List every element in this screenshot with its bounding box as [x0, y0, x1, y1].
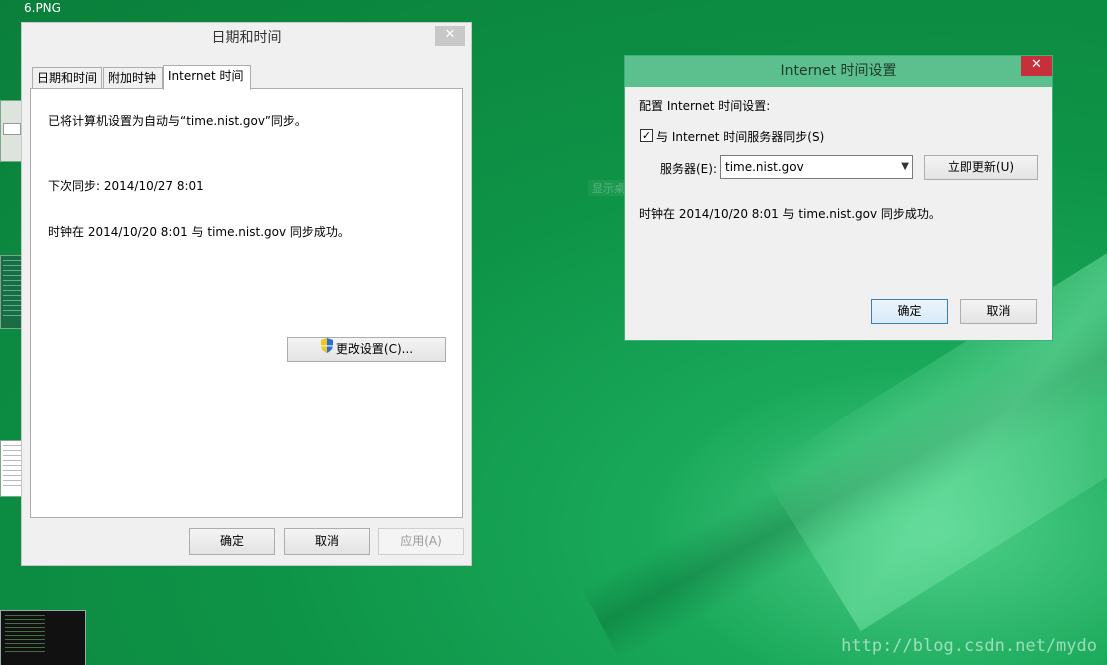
sync-status-text: 时钟在 2014/10/20 8:01 与 time.nist.gov 同步成功… [639, 207, 941, 221]
cancel-button[interactable]: 取消 [960, 299, 1037, 324]
console-text-lines [5, 615, 45, 655]
dialog-body: 配置 Internet 时间设置: ✓ 与 Internet 时间服务器同步(S… [625, 87, 1052, 340]
apply-button[interactable]: 应用(A) [378, 528, 464, 555]
change-settings-label: 更改设置(C)... [335, 342, 414, 356]
window-title-bar[interactable]: Internet 时间设置 ✕ [625, 56, 1052, 87]
window-title: 日期和时间 [211, 30, 282, 46]
close-button[interactable]: ✕ [435, 26, 465, 46]
tab-label: 附加时钟 [108, 71, 157, 85]
internet-time-panel: 已将计算机设置为自动与“time.nist.gov”同步。 下次同步: 2014… [30, 88, 463, 518]
date-time-window: 日期和时间 ✕ 日期和时间 附加时钟 Internet 时间 已将计算机设置为自… [21, 22, 472, 566]
server-select[interactable]: time.nist.gov ▼ [720, 155, 913, 179]
ok-button[interactable]: 确定 [189, 528, 275, 555]
watermark-text: http://blog.csdn.net/mydo [841, 636, 1097, 656]
tab-label: Internet 时间 [168, 69, 244, 83]
uac-shield-icon [320, 338, 334, 361]
internet-time-settings-window: Internet 时间设置 ✕ 配置 Internet 时间设置: ✓ 与 In… [624, 55, 1053, 341]
check-icon: ✓ [641, 129, 652, 142]
last-sync-text: 时钟在 2014/10/20 8:01 与 time.nist.gov 同步成功… [48, 225, 350, 239]
tab-additional-clocks[interactable]: 附加时钟 [103, 67, 163, 88]
window-title: Internet 时间设置 [780, 63, 897, 79]
chevron-down-icon: ▼ [901, 161, 909, 172]
server-label: 服务器(E): [660, 162, 717, 176]
file-name-label: 6.PNG [24, 1, 61, 15]
cancel-button[interactable]: 取消 [284, 528, 370, 555]
tab-date-time[interactable]: 日期和时间 [32, 67, 102, 88]
thumbnail-console-window[interactable] [0, 610, 86, 665]
sync-checkbox[interactable]: ✓ [640, 129, 653, 142]
auto-sync-text: 已将计算机设置为自动与“time.nist.gov”同步。 [48, 114, 307, 128]
sync-checkbox-label[interactable]: 与 Internet 时间服务器同步(S) [656, 128, 824, 145]
close-icon: ✕ [444, 27, 456, 42]
ok-button[interactable]: 确定 [871, 299, 948, 324]
update-now-button[interactable]: 立即更新(U) [924, 155, 1038, 180]
desktop-background: 6.PNG 显示桌面(K) http://blog.csdn.net/mydo … [0, 0, 1107, 665]
tab-internet-time[interactable]: Internet 时间 [163, 65, 251, 90]
next-sync-text: 下次同步: 2014/10/27 8:01 [48, 179, 204, 193]
config-heading: 配置 Internet 时间设置: [639, 99, 771, 113]
window-title-bar[interactable]: 日期和时间 ✕ [22, 23, 471, 53]
server-select-value: time.nist.gov [725, 160, 804, 174]
close-icon: ✕ [1031, 57, 1042, 72]
change-settings-button[interactable]: 更改设置(C)... [287, 337, 446, 362]
close-button[interactable]: ✕ [1021, 56, 1052, 76]
tab-label: 日期和时间 [37, 71, 98, 85]
